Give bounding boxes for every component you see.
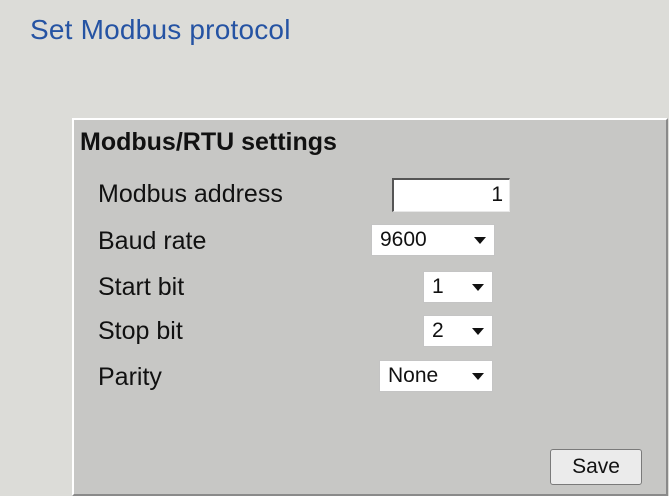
stop-bit-value: 2 bbox=[432, 319, 444, 342]
baud-rate-label: Baud rate bbox=[98, 227, 207, 255]
parity-value: None bbox=[388, 364, 439, 387]
modbus-rtu-settings-panel: Modbus/RTU settings Modbus address 1 Bau… bbox=[72, 118, 668, 496]
stop-bit-select[interactable]: 2 bbox=[423, 315, 493, 347]
chevron-down-icon bbox=[472, 328, 484, 335]
chevron-down-icon bbox=[474, 237, 486, 244]
save-button[interactable]: Save bbox=[550, 449, 642, 485]
baud-rate-select[interactable]: 9600 bbox=[371, 224, 495, 256]
modbus-address-label: Modbus address bbox=[98, 180, 283, 208]
parity-label: Parity bbox=[98, 363, 162, 391]
chevron-down-icon bbox=[472, 284, 484, 291]
baud-rate-value: 9600 bbox=[380, 228, 427, 251]
chevron-down-icon bbox=[472, 373, 484, 380]
parity-select[interactable]: None bbox=[379, 360, 493, 392]
start-bit-label: Start bit bbox=[98, 273, 185, 301]
page-title: Set Modbus protocol bbox=[30, 14, 291, 45]
modbus-address-input[interactable]: 1 bbox=[392, 178, 510, 212]
start-bit-value: 1 bbox=[432, 275, 444, 298]
stop-bit-label: Stop bit bbox=[98, 317, 183, 345]
start-bit-select[interactable]: 1 bbox=[423, 271, 493, 303]
panel-title: Modbus/RTU settings bbox=[80, 128, 337, 156]
